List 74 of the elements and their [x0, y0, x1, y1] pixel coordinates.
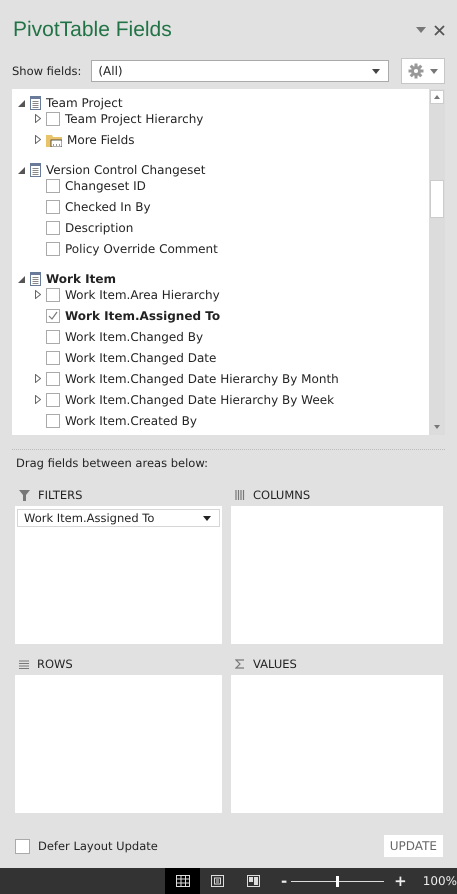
field-name[interactable]: Changeset ID [65, 178, 146, 192]
field-checkbox[interactable] [46, 372, 60, 386]
field-name[interactable]: Work Item.Area Hierarchy [65, 288, 220, 302]
dropdown-arrow-icon[interactable] [372, 68, 380, 74]
field-checkbox[interactable] [46, 242, 60, 256]
expand-arrow-icon[interactable] [35, 395, 41, 404]
gear-icon [408, 63, 424, 79]
table-name[interactable]: Work Item [46, 272, 116, 286]
table-icon [30, 272, 41, 286]
scrollbar[interactable] [429, 89, 445, 435]
defer-checkbox[interactable] [15, 838, 30, 854]
drop-area[interactable]: Work Item.Assigned To [15, 506, 222, 644]
zoom-in-button[interactable]: + [394, 872, 407, 890]
field-checkbox[interactable] [46, 392, 60, 406]
field-checkbox[interactable] [46, 220, 60, 234]
caret-icon [430, 68, 438, 74]
field-name[interactable]: Work Item.Changed Date Hierarchy By Week [65, 392, 334, 406]
normal-view-button[interactable] [165, 868, 200, 894]
rows-icon [19, 660, 29, 668]
zoom-out-button[interactable]: - [280, 872, 288, 890]
field-name[interactable]: Description [65, 220, 134, 234]
page-break-icon [246, 875, 260, 887]
table-icon [30, 96, 41, 110]
field-name[interactable]: Work Item.Assigned To [65, 308, 220, 322]
field-checkbox[interactable] [46, 308, 60, 322]
field-checkbox[interactable] [46, 330, 60, 344]
table-name[interactable]: Version Control Changeset [46, 163, 206, 177]
filter-icon [19, 490, 30, 500]
field-checkbox[interactable] [46, 200, 60, 214]
expand-arrow-icon[interactable] [35, 290, 41, 299]
field-checkbox[interactable] [46, 414, 60, 428]
area-field-dropdown[interactable]: Work Item.Assigned To [17, 509, 220, 527]
columns-icon [235, 490, 245, 500]
table-name[interactable]: Team Project [46, 96, 123, 110]
field-name[interactable]: Work Item.Created By [65, 414, 197, 428]
expand-arrow-icon[interactable] [35, 114, 41, 123]
field-name[interactable]: Work Item.Changed Date [65, 350, 216, 364]
field-checkbox[interactable] [46, 288, 60, 302]
field-checkbox[interactable] [46, 112, 60, 126]
area-label: VALUES [253, 657, 297, 671]
field-name[interactable]: Work Item.Changed Date Hierarchy By Month [65, 372, 339, 386]
expand-arrow-icon[interactable] [35, 374, 41, 383]
area-label: ROWS [37, 657, 73, 671]
more-fields-link[interactable]: More Fields [67, 132, 135, 146]
expanded-triangle-icon[interactable] [18, 276, 25, 282]
zoom-percentage[interactable]: 100% [422, 874, 457, 888]
expanded-triangle-icon[interactable] [18, 100, 25, 106]
field-name[interactable]: Work Item.Changed By [65, 330, 204, 344]
expanded-triangle-icon[interactable] [18, 166, 25, 174]
scroll-up-icon[interactable] [430, 90, 444, 104]
field-name[interactable]: Policy Override Comment [65, 242, 218, 256]
table-icon [30, 163, 41, 177]
pane-title: PivotTable Fields [13, 18, 173, 42]
settings-button[interactable] [401, 58, 445, 84]
dropdown-arrow-icon[interactable] [203, 516, 211, 520]
expand-arrow-icon[interactable] [35, 135, 41, 144]
scroll-thumb[interactable] [430, 180, 444, 218]
page-layout-icon [211, 875, 224, 887]
sigma-icon [235, 659, 245, 669]
grid-icon [176, 875, 190, 887]
update-button[interactable]: UPDATE [384, 835, 443, 857]
caret-icon[interactable] [416, 27, 426, 33]
folder-icon [46, 132, 62, 146]
field-checkbox[interactable] [46, 178, 60, 192]
drag-hint: Drag fields between areas below: [15, 456, 209, 470]
field-checkbox[interactable] [46, 350, 60, 364]
field-name[interactable]: Team Project Hierarchy [65, 112, 204, 126]
area-label: FILTERS [38, 488, 82, 502]
close-icon[interactable] [434, 24, 445, 36]
defer-label: Defer Layout Update [38, 839, 159, 853]
field-name[interactable]: Checked In By [65, 200, 151, 214]
area-label: COLUMNS [253, 488, 310, 502]
show-fields-label: Show fields: [12, 64, 82, 78]
show-fields-dropdown[interactable]: (All) [91, 60, 389, 82]
